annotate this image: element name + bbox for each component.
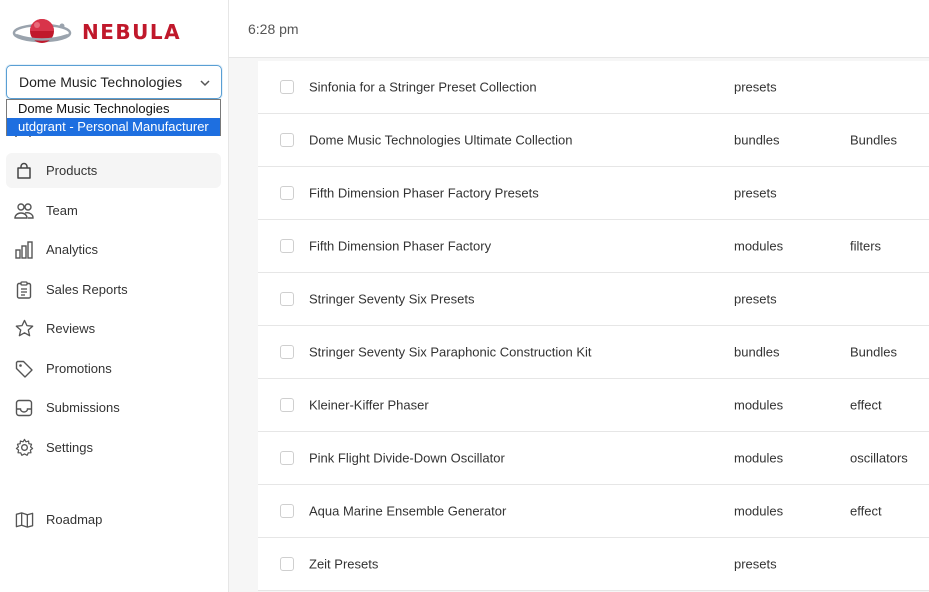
- products-table: Sinfonia for a Stringer Preset Collectio…: [258, 61, 929, 591]
- main-content: Sinfonia for a Stringer Preset Collectio…: [229, 58, 929, 592]
- product-type: modules: [734, 503, 784, 519]
- row-checkbox[interactable]: [280, 345, 294, 359]
- product-type: modules: [734, 397, 784, 413]
- product-category: filters: [850, 238, 882, 254]
- users-icon: [14, 201, 34, 221]
- sidebar-item-team[interactable]: Team: [6, 193, 221, 228]
- sidebar-item-roadmap[interactable]: Roadmap: [6, 502, 221, 537]
- product-category: effect: [850, 503, 882, 519]
- product-name[interactable]: Fifth Dimension Phaser Factory: [309, 239, 491, 254]
- inbox-icon: [14, 398, 34, 418]
- product-name[interactable]: Stringer Seventy Six Paraphonic Construc…: [309, 345, 592, 360]
- organization-option[interactable]: Dome Music Technologies: [7, 100, 220, 118]
- row-checkbox[interactable]: [280, 451, 294, 465]
- product-name[interactable]: Kleiner-Kiffer Phaser: [309, 398, 429, 413]
- bar-chart-icon: [14, 240, 34, 260]
- row-checkbox[interactable]: [280, 398, 294, 412]
- product-type: presets: [734, 185, 777, 201]
- table-row[interactable]: Pink Flight Divide-Down Oscillator module…: [258, 432, 929, 485]
- product-name[interactable]: Dome Music Technologies Ultimate Collect…: [309, 133, 573, 148]
- row-checkbox[interactable]: [280, 557, 294, 571]
- product-name[interactable]: Fifth Dimension Phaser Factory Presets: [309, 186, 539, 201]
- sidebar: NEBULA Dome Music Technologies Dome Musi…: [0, 0, 229, 592]
- product-category: effect: [850, 397, 882, 413]
- row-checkbox[interactable]: [280, 504, 294, 518]
- sidebar-item-promotions[interactable]: Promotions: [6, 351, 221, 386]
- row-checkbox[interactable]: [280, 186, 294, 200]
- sidebar-item-label: Analytics: [46, 242, 99, 257]
- table-row[interactable]: Fifth Dimension Phaser Factory modules fil…: [258, 220, 929, 273]
- chevron-down-icon: [199, 76, 211, 92]
- organization-option-highlighted[interactable]: utdgrant - Personal Manufacturer: [7, 118, 220, 136]
- sidebar-item-settings[interactable]: Settings: [6, 430, 221, 465]
- planet-logo-icon: [12, 19, 72, 43]
- product-name[interactable]: Sinfonia for a Stringer Preset Collectio…: [309, 80, 537, 95]
- sidebar-item-label: Team: [46, 203, 78, 218]
- row-checkbox[interactable]: [280, 80, 294, 94]
- sidebar-item-submissions[interactable]: Submissions: [6, 390, 221, 425]
- table-row[interactable]: Aqua Marine Ensemble Generator modules eff…: [258, 485, 929, 538]
- sidebar-item-analytics[interactable]: Analytics: [6, 232, 221, 267]
- organization-dropdown-list: Dome Music Technologies utdgrant - Perso…: [6, 99, 221, 136]
- table-row[interactable]: Sinfonia for a Stringer Preset Collectio…: [258, 61, 929, 114]
- product-type: presets: [734, 79, 777, 95]
- product-name[interactable]: Stringer Seventy Six Presets: [309, 292, 474, 307]
- organization-select-value: Dome Music Technologies: [19, 74, 183, 90]
- row-checkbox[interactable]: [280, 239, 294, 253]
- table-row[interactable]: Dome Music Technologies Ultimate Collect…: [258, 114, 929, 167]
- sidebar-item-reviews[interactable]: Reviews: [6, 311, 221, 346]
- brand-logo[interactable]: NEBULA: [12, 14, 181, 50]
- product-type: bundles: [734, 344, 780, 360]
- clipboard-icon: [14, 280, 34, 300]
- top-header: 6:28 pm: [229, 0, 929, 58]
- clock-time: 6:28 pm: [248, 21, 299, 37]
- table-row[interactable]: Stringer Seventy Six Paraphonic Construc…: [258, 326, 929, 379]
- product-category: oscillators: [850, 450, 908, 466]
- sidebar-item-label: Sales Reports: [46, 282, 128, 297]
- product-type: modules: [734, 238, 784, 254]
- table-row[interactable]: Fifth Dimension Phaser Factory Presets pr…: [258, 167, 929, 220]
- product-category: Bundles: [850, 132, 897, 148]
- sidebar-item-label: Settings: [46, 440, 93, 455]
- star-icon: [14, 319, 34, 339]
- sidebar-item-label: Roadmap: [46, 512, 103, 527]
- row-checkbox[interactable]: [280, 133, 294, 147]
- gear-icon: [14, 438, 34, 458]
- product-type: bundles: [734, 132, 780, 148]
- product-category: Bundles: [850, 344, 897, 360]
- product-type: presets: [734, 291, 777, 307]
- tag-icon: [14, 359, 34, 379]
- map-icon: [14, 510, 34, 530]
- product-name[interactable]: Pink Flight Divide-Down Oscillator: [309, 451, 505, 466]
- bag-icon: [14, 161, 34, 181]
- sidebar-item-label: Promotions: [46, 361, 112, 376]
- table-row[interactable]: Zeit Presets presets: [258, 538, 929, 591]
- organization-select[interactable]: Dome Music Technologies: [6, 65, 222, 99]
- brand-name: NEBULA: [82, 20, 182, 44]
- row-checkbox[interactable]: [280, 292, 294, 306]
- product-name[interactable]: Aqua Marine Ensemble Generator: [309, 504, 506, 519]
- sidebar-item-products[interactable]: Products: [6, 153, 221, 188]
- sidebar-item-label: Products: [46, 163, 98, 178]
- product-name[interactable]: Zeit Presets: [309, 557, 378, 572]
- sidebar-item-label: Submissions: [46, 400, 120, 415]
- sidebar-item-sales-reports[interactable]: Sales Reports: [6, 272, 221, 307]
- table-row[interactable]: Stringer Seventy Six Presets presets: [258, 273, 929, 326]
- table-row[interactable]: Kleiner-Kiffer Phaser modules effect: [258, 379, 929, 432]
- product-type: modules: [734, 450, 784, 466]
- product-type: presets: [734, 556, 777, 572]
- sidebar-item-label: Reviews: [46, 321, 96, 336]
